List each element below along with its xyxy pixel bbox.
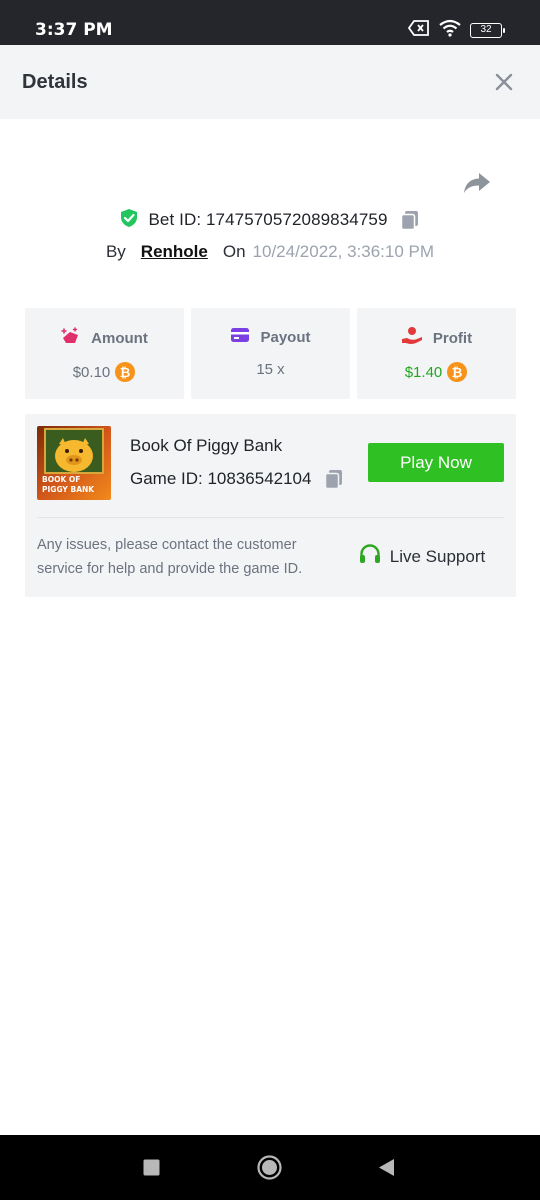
sim-off-icon	[407, 20, 430, 41]
share-button[interactable]	[462, 170, 492, 196]
live-support-button[interactable]: Live Support	[340, 538, 503, 576]
system-nav-bar	[0, 1135, 540, 1200]
game-name: Book Of Piggy Bank	[130, 436, 283, 455]
share-icon	[464, 173, 490, 193]
amount-card: Amount $0.10 ₿	[25, 308, 184, 399]
back-icon	[379, 1159, 394, 1176]
on-label: On	[222, 242, 246, 261]
amount-icon	[61, 326, 81, 350]
by-label: By	[105, 242, 126, 261]
profit-label: Profit	[432, 329, 473, 347]
details-header: Details	[0, 45, 540, 119]
close-icon	[495, 73, 513, 91]
game-card: BOOK OF PIGGY BANK Book Of Piggy Bank Ga…	[25, 414, 516, 597]
copy-bet-id-icon[interactable]	[399, 209, 421, 231]
payout-card: Payout 15 x	[191, 308, 350, 399]
help-text: Any issues, please contact the customer …	[37, 537, 303, 577]
bet-id: Bet ID: 1747570572089834759	[148, 210, 388, 229]
home-icon	[257, 1155, 282, 1180]
battery-indicator: 32	[470, 23, 505, 38]
payout-value: 15 x	[256, 361, 285, 378]
status-bar: 3:37 PM 32	[0, 0, 540, 45]
game-id: Game ID: 10836542104	[130, 469, 312, 488]
headset-icon	[358, 543, 382, 572]
shield-check-icon	[119, 208, 139, 233]
payout-icon	[230, 326, 250, 348]
profit-icon	[401, 326, 423, 350]
game-thumbnail[interactable]: BOOK OF PIGGY BANK	[37, 426, 111, 500]
status-time: 3:37 PM	[35, 20, 113, 40]
copy-game-id-icon[interactable]	[323, 468, 345, 490]
thumb-title-line2: PIGGY BANK	[42, 485, 95, 494]
thumb-title-line1: BOOK OF	[42, 475, 80, 484]
close-button[interactable]	[490, 68, 518, 96]
wifi-icon	[438, 19, 462, 42]
play-now-button[interactable]: Play Now	[368, 443, 504, 482]
payout-label: Payout	[260, 328, 311, 346]
svg-text:₿: ₿	[120, 366, 131, 381]
status-icons: 32	[407, 19, 505, 42]
bet-meta-row: By Renhole On 10/24/2022, 3:36:10 PM	[0, 239, 540, 265]
home-button[interactable]	[257, 1155, 282, 1185]
amount-value: $0.10	[72, 363, 111, 381]
amount-label: Amount	[91, 329, 148, 347]
bitcoin-icon: ₿	[114, 361, 136, 383]
recents-icon	[143, 1159, 160, 1176]
bet-id-row: Bet ID: 1747570572089834759	[0, 207, 540, 233]
profit-card: Profit $1.40 ₿	[357, 308, 516, 399]
bitcoin-icon: ₿	[446, 361, 468, 383]
back-button[interactable]	[378, 1158, 396, 1182]
profit-value: $1.40	[404, 363, 443, 381]
recents-button[interactable]	[143, 1159, 160, 1181]
svg-text:₿: ₿	[452, 366, 463, 381]
page-title: Details	[22, 71, 88, 93]
game-id-row: Game ID: 10836542104	[130, 468, 345, 490]
live-support-label: Live Support	[389, 547, 486, 566]
card-divider	[37, 517, 504, 518]
bet-date: 10/24/2022, 3:36:10 PM	[252, 242, 435, 261]
user-link[interactable]: Renhole	[141, 242, 208, 262]
